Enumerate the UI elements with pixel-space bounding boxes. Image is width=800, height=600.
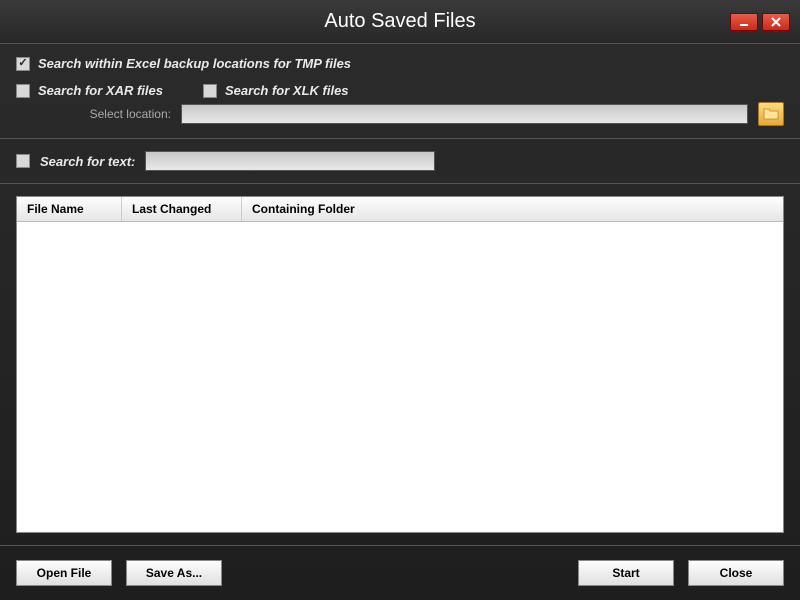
button-bar: Open File Save As... Start Close (0, 546, 800, 600)
start-button[interactable]: Start (578, 560, 674, 586)
titlebar: Auto Saved Files (0, 0, 800, 44)
tmp-checkbox-label: Search within Excel backup locations for… (38, 56, 351, 71)
folder-icon (763, 107, 779, 121)
close-dialog-button[interactable]: Close (688, 560, 784, 586)
xlk-checkbox-label: Search for XLK files (225, 83, 349, 98)
search-text-section: Search for text: (0, 139, 800, 184)
xar-checkbox-label: Search for XAR files (38, 83, 163, 98)
minimize-button[interactable] (730, 13, 758, 31)
column-last-changed[interactable]: Last Changed (122, 197, 242, 221)
xlk-checkbox[interactable] (203, 84, 217, 98)
column-containing-folder[interactable]: Containing Folder (242, 197, 783, 221)
location-input[interactable] (181, 104, 748, 124)
search-options-section: Search within Excel backup locations for… (0, 44, 800, 139)
tmp-checkbox-row: Search within Excel backup locations for… (16, 56, 784, 71)
xlk-checkbox-row: Search for XLK files (203, 83, 349, 98)
save-as-button[interactable]: Save As... (126, 560, 222, 586)
results-table[interactable]: File Name Last Changed Containing Folder (16, 196, 784, 533)
search-text-input[interactable] (145, 151, 435, 171)
table-header: File Name Last Changed Containing Folder (17, 197, 783, 222)
xar-checkbox-row: Search for XAR files (16, 83, 163, 98)
search-text-row: Search for text: (16, 151, 784, 171)
spacer (236, 560, 564, 586)
tmp-checkbox[interactable] (16, 57, 30, 71)
table-body (17, 222, 783, 532)
open-file-button[interactable]: Open File (16, 560, 112, 586)
xar-checkbox[interactable] (16, 84, 30, 98)
close-button[interactable] (762, 13, 790, 31)
search-text-checkbox[interactable] (16, 154, 30, 168)
close-icon (771, 17, 781, 27)
minimize-icon (739, 17, 749, 27)
file-type-row: Search for XAR files Search for XLK file… (16, 83, 784, 98)
auto-saved-files-window: Auto Saved Files Search within Excel bac… (0, 0, 800, 600)
column-file-name[interactable]: File Name (17, 197, 122, 221)
location-label: Select location: (16, 107, 171, 121)
window-controls (730, 13, 790, 31)
window-title: Auto Saved Files (324, 10, 475, 33)
location-row: Select location: (16, 102, 784, 126)
results-section: File Name Last Changed Containing Folder (0, 184, 800, 546)
search-text-label: Search for text: (40, 154, 135, 169)
browse-folder-button[interactable] (758, 102, 784, 126)
